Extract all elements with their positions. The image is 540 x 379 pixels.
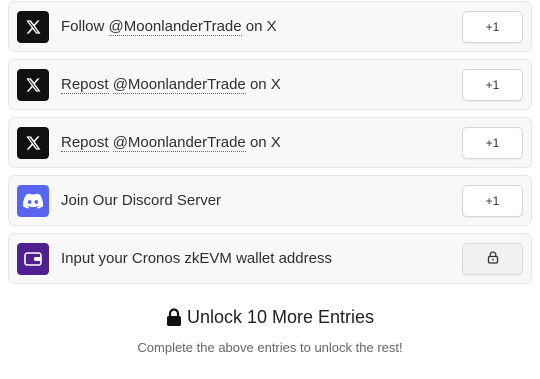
- entry-label: Repost @MoonlanderTrade on X: [61, 76, 462, 94]
- x-logo-icon: [17, 10, 49, 43]
- plus-one-button[interactable]: +1: [462, 10, 523, 43]
- entry-repost-x[interactable]: Repost @MoonlanderTrade on X +1: [8, 117, 532, 168]
- label-suffix: on X: [241, 18, 277, 35]
- entry-label: Join Our Discord Server: [61, 192, 222, 209]
- entry-wallet-address[interactable]: Input your Cronos zkEVM wallet address: [8, 233, 532, 284]
- locked-button[interactable]: [462, 242, 523, 275]
- unlock-subtitle: Complete the above entries to unlock the…: [137, 340, 403, 355]
- entry-join-discord[interactable]: Join Our Discord Server +1: [8, 175, 532, 226]
- plus-one-button[interactable]: +1: [462, 126, 523, 159]
- label-suffix: on X: [245, 76, 281, 93]
- moonlander-link[interactable]: @MoonlanderTrade: [112, 134, 246, 152]
- repost-link[interactable]: Repost: [61, 76, 109, 94]
- lock-icon: [487, 250, 499, 267]
- label-prefix: Follow: [61, 18, 109, 35]
- entry-follow-x[interactable]: Follow @MoonlanderTrade on X +1: [8, 1, 532, 52]
- entry-list: Follow @MoonlanderTrade on X +1 Repost @…: [8, 0, 532, 291]
- x-logo-icon: [17, 68, 49, 101]
- entry-label: Repost @MoonlanderTrade on X: [61, 134, 462, 152]
- unlock-title: Unlock 10 More Entries: [0, 307, 540, 328]
- lock-icon: [166, 308, 182, 327]
- entry-repost-x[interactable]: Repost @MoonlanderTrade on X +1: [8, 59, 532, 110]
- moonlander-link[interactable]: @MoonlanderTrade: [112, 76, 246, 94]
- x-logo-icon: [17, 126, 49, 159]
- entries-page: Follow @MoonlanderTrade on X +1 Repost @…: [0, 0, 540, 379]
- plus-one-button[interactable]: +1: [462, 184, 523, 217]
- discord-icon: [17, 184, 49, 217]
- moonlander-link[interactable]: @MoonlanderTrade: [108, 18, 242, 36]
- plus-one-button[interactable]: +1: [462, 68, 523, 101]
- entry-label: Follow @MoonlanderTrade on X: [61, 18, 462, 36]
- wallet-icon: [17, 242, 49, 275]
- repost-link[interactable]: Repost: [61, 134, 109, 152]
- unlock-title-text: Unlock 10 More Entries: [186, 307, 375, 327]
- label-suffix: on X: [245, 134, 281, 151]
- entry-label: Input your Cronos zkEVM wallet address: [61, 250, 332, 267]
